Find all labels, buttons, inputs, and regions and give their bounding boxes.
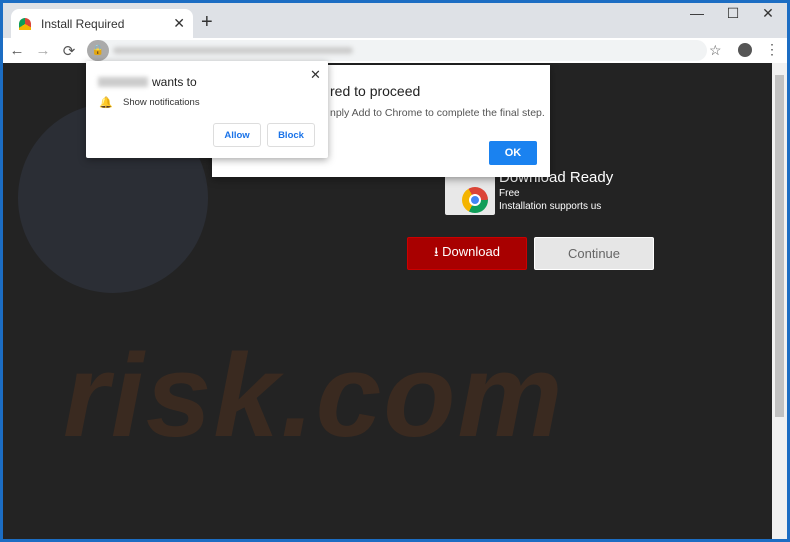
- notification-permission-popup: wants to ✕ 🔔 Show notifications Allow Bl…: [86, 61, 328, 158]
- menu-icon[interactable]: ⋮: [765, 41, 779, 58]
- wants-to-label: wants to: [152, 75, 197, 89]
- bell-icon: 🔔: [99, 97, 113, 109]
- tab-close-icon[interactable]: ✕: [173, 15, 185, 32]
- browser-window: Install Required ✕ + — ☐ ✕ ← → ⟳ 🔒 ☆ ⋮ r…: [3, 3, 787, 539]
- address-bar[interactable]: 🔒: [87, 40, 707, 61]
- alert-message: nply Add to Chrome to complete the final…: [330, 107, 545, 119]
- block-button[interactable]: Block: [267, 123, 315, 147]
- forward-button[interactable]: →: [31, 42, 55, 59]
- maximize-button[interactable]: ☐: [716, 5, 750, 22]
- alert-title: red to proceed: [330, 83, 421, 99]
- tab-title: Install Required: [41, 16, 125, 31]
- back-button[interactable]: ←: [5, 42, 29, 59]
- account-icon[interactable]: [738, 43, 752, 57]
- free-label: Free: [499, 188, 520, 199]
- reload-button[interactable]: ⟳: [57, 42, 81, 60]
- toolbar: ← → ⟳ 🔒 ☆ ⋮: [3, 38, 787, 63]
- lock-icon[interactable]: 🔒: [87, 40, 109, 61]
- bookmark-star-icon[interactable]: ☆: [709, 42, 722, 59]
- download-label: Download: [442, 243, 500, 259]
- download-icon: ⭳: [433, 243, 439, 259]
- scrollbar[interactable]: [772, 63, 787, 539]
- favicon-icon: [19, 17, 31, 30]
- chrome-logo-icon: [462, 187, 488, 213]
- continue-button[interactable]: Continue: [534, 237, 654, 270]
- chrome-card: [445, 173, 495, 215]
- watermark: risk.com: [63, 330, 565, 462]
- close-window-button[interactable]: ✕: [751, 5, 785, 22]
- tab-install-required[interactable]: Install Required ✕: [11, 9, 193, 38]
- minimize-button[interactable]: —: [680, 5, 714, 21]
- support-label: Installation supports us: [499, 201, 602, 212]
- ok-button[interactable]: OK: [489, 141, 537, 165]
- popup-close-icon[interactable]: ✕: [310, 67, 321, 83]
- new-tab-button[interactable]: +: [201, 11, 213, 34]
- blurred-url: [113, 47, 353, 54]
- scrollbar-thumb[interactable]: [775, 75, 784, 417]
- permission-label: Show notifications: [123, 97, 200, 108]
- blurred-site-name: [98, 77, 148, 87]
- allow-button[interactable]: Allow: [213, 123, 261, 147]
- download-button[interactable]: ⭳ Download: [407, 237, 527, 270]
